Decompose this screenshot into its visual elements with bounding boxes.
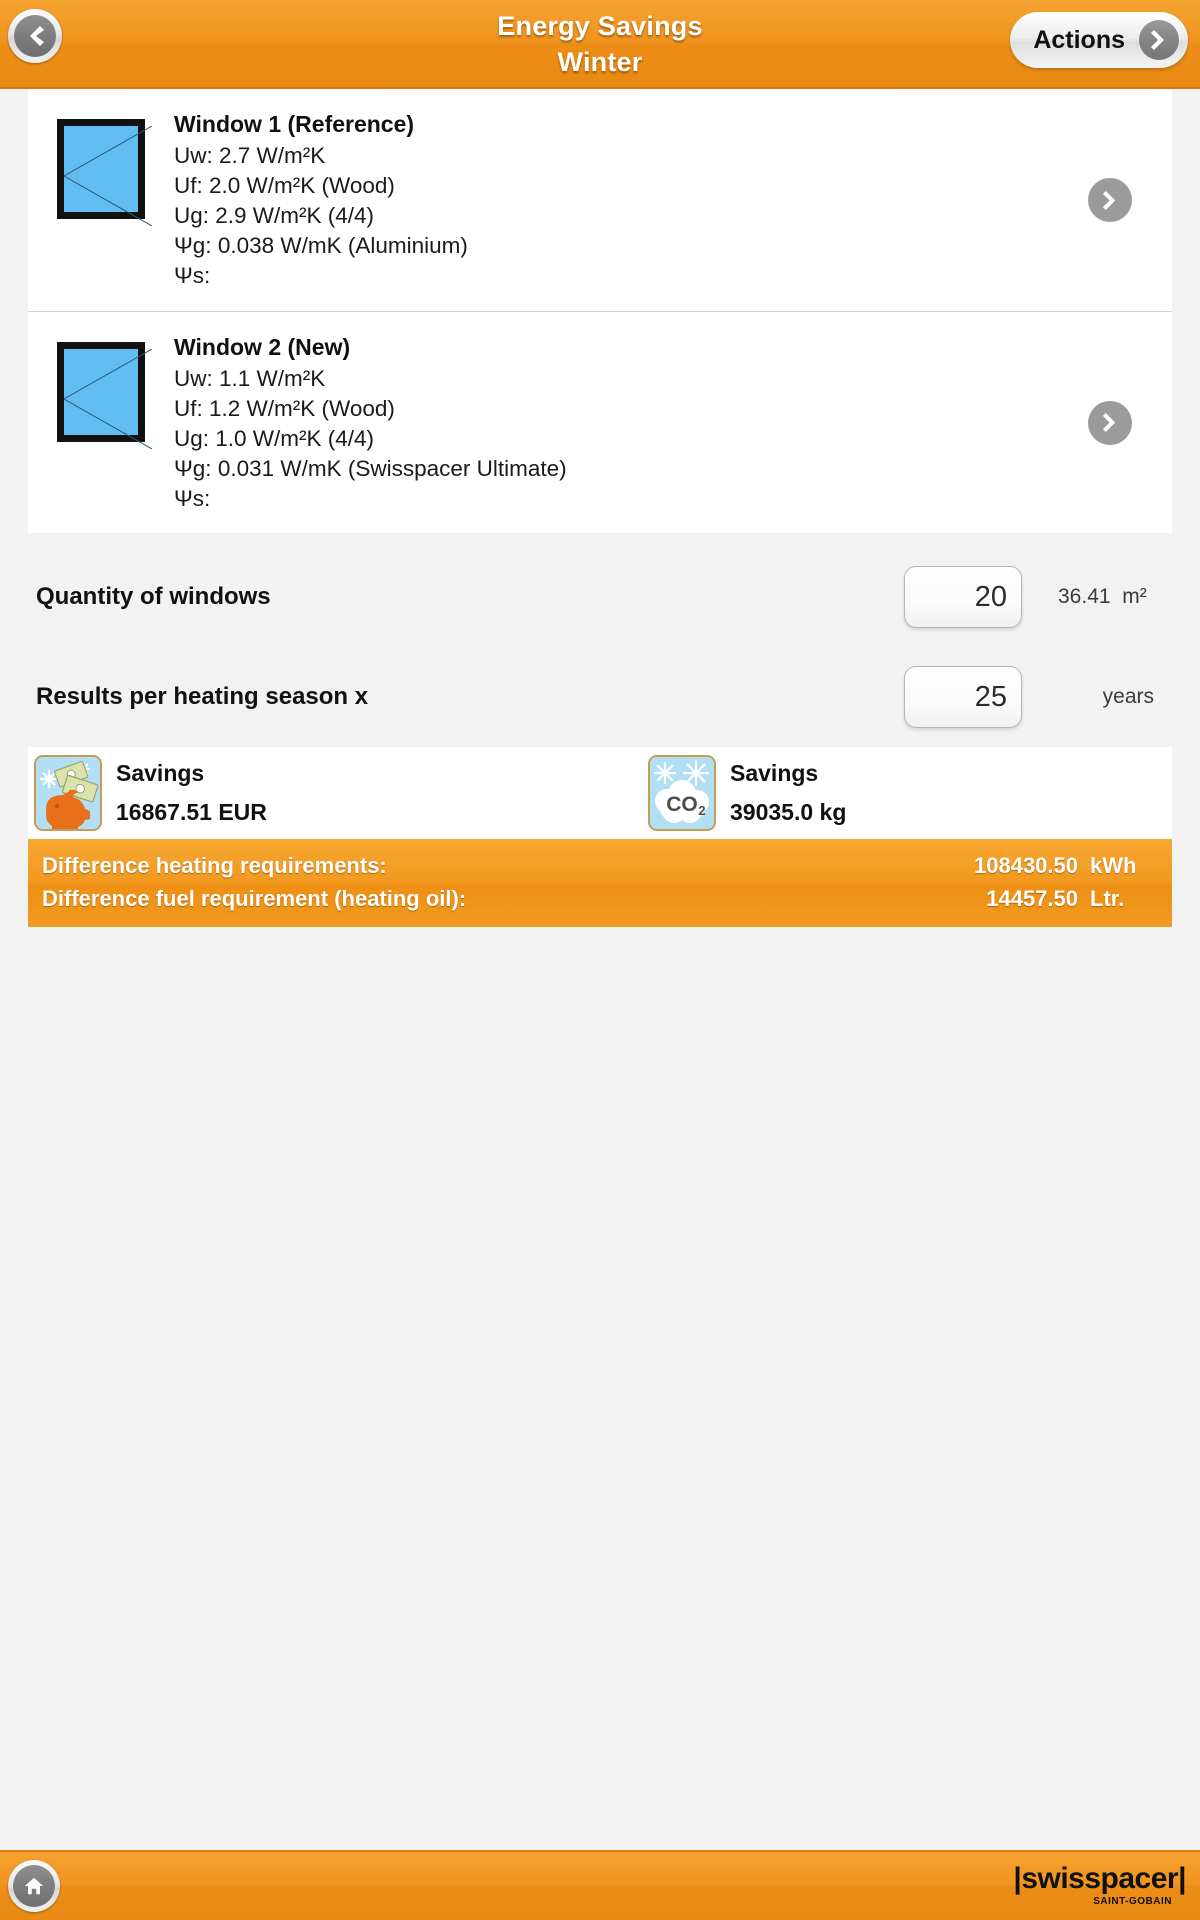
window-psi-s: Ψs: <box>174 486 211 511</box>
years-label: Results per heating season x <box>36 683 369 710</box>
window-ug: Ug: 1.0 W/m²K (4/4) <box>174 426 375 451</box>
window-opening-direction-icon <box>64 349 152 449</box>
spacer <box>0 533 1200 547</box>
quantity-value: 20 <box>974 580 1007 613</box>
quantity-area-value: 36.41 <box>1058 585 1111 608</box>
quantity-area-unit: m² <box>1122 585 1147 608</box>
swisspacer-logo-text: |swisspacer| <box>1013 1862 1186 1896</box>
home-icon <box>24 1877 44 1895</box>
co2-cloud-icon-graphic: CO 2 <box>650 757 714 829</box>
actions-button-circle <box>1139 20 1179 60</box>
window-thumbnail-wrap <box>28 326 174 519</box>
window-thumbnail-wrap <box>28 103 174 297</box>
window-info: Window 2 (New) Uw: 1.1 W/m²K Uf: 1.2 W/m… <box>174 326 1172 519</box>
window-opening-direction-icon <box>64 126 152 226</box>
app-footer: |swisspacer| SAINT-GOBAIN <box>0 1850 1200 1920</box>
difference-heating-label: Difference heating requirements: <box>42 853 387 878</box>
page-content: Window 1 (Reference) Uw: 2.7 W/m²K Uf: 2… <box>0 89 1200 1887</box>
svg-text:CO: CO <box>666 793 698 816</box>
savings-co2-text: Savings 39035.0 kg <box>716 758 846 828</box>
svg-text:2: 2 <box>698 803 705 818</box>
difference-bar: Difference heating requirements: 108430.… <box>28 839 1172 927</box>
logo-word: swisspacer <box>1021 1862 1179 1895</box>
years-input[interactable]: 25 <box>904 666 1022 728</box>
actions-button-label: Actions <box>1033 25 1125 54</box>
savings-co2-title: Savings <box>730 760 819 786</box>
difference-fuel-unit: Ltr. <box>1090 886 1125 911</box>
windows-panel: Window 1 (Reference) Uw: 2.7 W/m²K Uf: 2… <box>28 89 1172 533</box>
window-uf: Uf: 1.2 W/m²K (Wood) <box>174 396 395 421</box>
difference-fuel-row: Difference fuel requirement (heating oil… <box>42 882 1150 915</box>
chevron-right-icon <box>1102 413 1115 432</box>
window-ug: Ug: 2.9 W/m²K (4/4) <box>174 203 375 228</box>
logo-bar-right: | <box>1178 1862 1186 1895</box>
co2-cloud-icon: CO 2 <box>648 755 716 831</box>
window-psi-s: Ψs: <box>174 263 211 288</box>
savings-strip: Savings 16867.51 EUR CO 2 Savings 39035.… <box>28 747 1172 839</box>
savings-co2: CO 2 Savings 39035.0 kg <box>600 755 1172 831</box>
window-icon <box>57 119 152 226</box>
quantity-label: Quantity of windows <box>36 583 271 610</box>
years-value: 25 <box>974 680 1007 713</box>
window-uw: Uw: 2.7 W/m²K <box>174 143 326 168</box>
window-title: Window 2 (New) <box>174 334 351 360</box>
saint-gobain-text: SAINT-GOBAIN <box>1093 1896 1172 1907</box>
window-uw: Uw: 1.1 W/m²K <box>174 366 326 391</box>
window-psi-g: Ψg: 0.031 W/mK (Swisspacer Ultimate) <box>174 456 567 481</box>
app-header: Energy Savings Winter Actions <box>0 0 1200 89</box>
window-title: Window 1 (Reference) <box>174 111 415 137</box>
savings-money-value: 16867.51 EUR <box>116 799 267 825</box>
savings-money-title: Savings <box>116 760 205 786</box>
swisspacer-logo: |swisspacer| SAINT-GOBAIN <box>1013 1862 1186 1908</box>
chevron-right-icon <box>1151 30 1164 50</box>
difference-fuel-value: 14457.50 <box>986 886 1078 911</box>
savings-money-text: Savings 16867.51 EUR <box>102 758 267 828</box>
window-detail-button[interactable] <box>1088 400 1132 445</box>
savings-co2-value: 39035.0 kg <box>730 799 847 825</box>
window-uf: Uf: 2.0 W/m²K (Wood) <box>174 173 395 198</box>
piggy-bank-savings-icon-graphic <box>36 757 100 829</box>
quantity-row: Quantity of windows 20 36.41 m² <box>28 547 1172 647</box>
window-psi-g: Ψg: 0.038 W/mK (Aluminium) <box>174 233 468 258</box>
savings-money: Savings 16867.51 EUR <box>28 755 600 831</box>
home-button[interactable] <box>8 1860 60 1912</box>
window-icon <box>57 342 152 449</box>
difference-heating-unit: kWh <box>1090 853 1137 878</box>
quantity-area: 36.41 m² <box>1022 585 1172 609</box>
window-row[interactable]: Window 2 (New) Uw: 1.1 W/m²K Uf: 1.2 W/m… <box>28 311 1172 533</box>
piggy-bank-savings-icon <box>34 755 102 831</box>
chevron-right-icon <box>1102 190 1115 210</box>
difference-fuel-label: Difference fuel requirement (heating oil… <box>42 886 467 911</box>
home-button-inner <box>13 1865 55 1907</box>
actions-button[interactable]: Actions <box>1010 12 1188 68</box>
window-detail-button[interactable] <box>1088 178 1132 222</box>
window-row[interactable]: Window 1 (Reference) Uw: 2.7 W/m²K Uf: 2… <box>28 89 1172 311</box>
empty-area <box>0 927 1200 1887</box>
quantity-input[interactable]: 20 <box>904 566 1022 628</box>
years-row: Results per heating season x 25 years <box>28 647 1172 747</box>
years-unit: years <box>1102 685 1154 708</box>
window-info: Window 1 (Reference) Uw: 2.7 W/m²K Uf: 2… <box>174 103 1172 297</box>
difference-heating-row: Difference heating requirements: 108430.… <box>42 849 1150 882</box>
difference-heating-value: 108430.50 <box>974 853 1078 878</box>
